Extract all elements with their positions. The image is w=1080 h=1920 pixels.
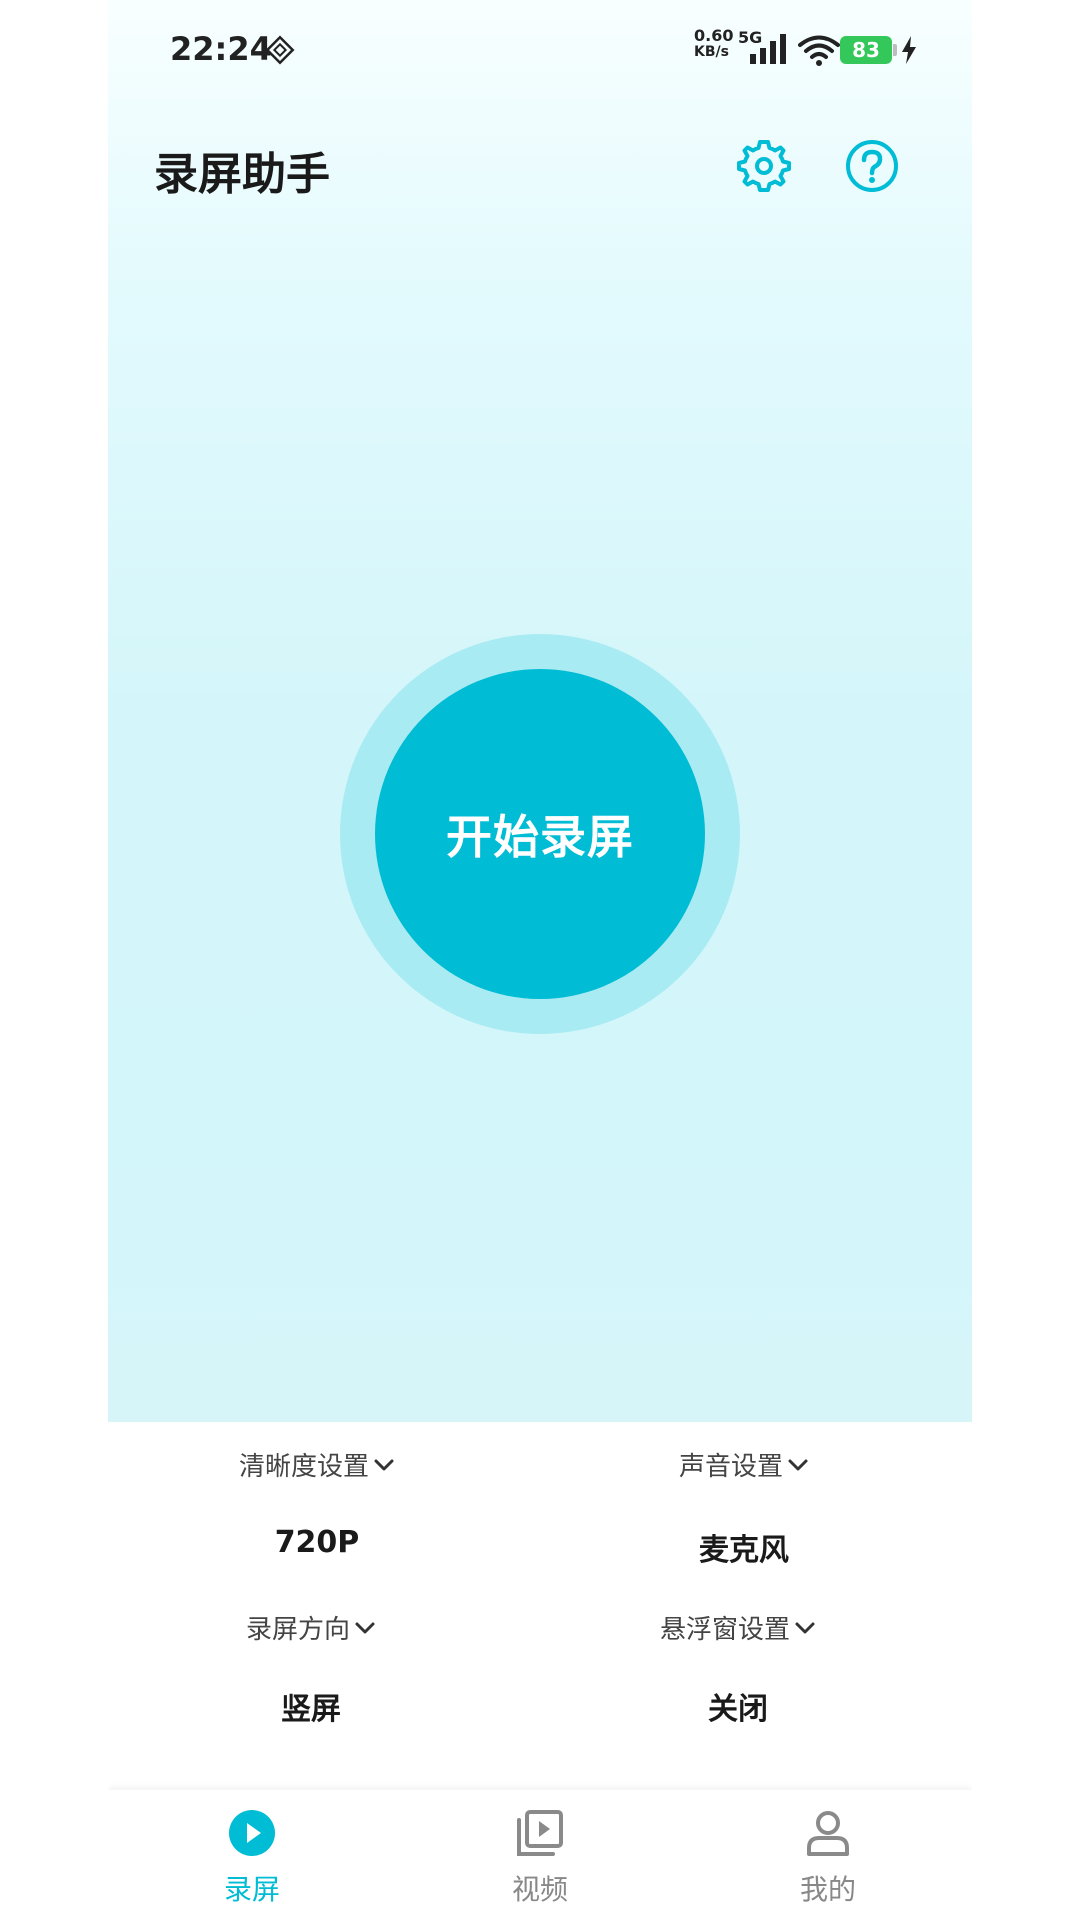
wifi-icon (798, 35, 840, 66)
gear-icon[interactable] (736, 138, 792, 194)
nav-label-video: 视频 (511, 1873, 568, 1906)
start-record-button[interactable]: 开始录屏 (375, 669, 705, 999)
net-speed: 0.60 KB/s (694, 26, 744, 61)
battery-icon: 83 (840, 36, 892, 64)
charging-bolt-icon (902, 36, 916, 64)
setting-audio-label: 声音设置 (678, 1452, 783, 1482)
setting-orientation-label: 录屏方向 (245, 1615, 350, 1645)
chevron-down-icon (374, 1459, 394, 1470)
chevron-down-icon (355, 1622, 375, 1633)
bottom-nav: 录屏 视频 我的 (108, 1790, 972, 1920)
nav-label-mine: 我的 (799, 1873, 856, 1906)
nav-item-mine[interactable]: 我的 (748, 1808, 908, 1908)
chevron-down-icon (795, 1622, 815, 1633)
signal-icon (750, 34, 786, 64)
location-diamond-icon (265, 35, 295, 65)
video-library-icon (517, 1810, 563, 1856)
status-time: 22:24 (170, 30, 272, 68)
chevron-down-icon (788, 1459, 808, 1470)
setting-floating-window-value: 关闭 (708, 1692, 768, 1727)
start-record-label: 开始录屏 (446, 810, 634, 864)
play-circle-icon (229, 1810, 275, 1856)
setting-resolution-value: 720P (274, 1525, 360, 1560)
setting-resolution-label: 清晰度设置 (238, 1452, 369, 1482)
status-bar: 22:24 0.60 KB/s 5G 83 (108, 0, 972, 100)
setting-audio[interactable]: 声音设置 麦克风 (594, 1446, 894, 1569)
setting-resolution[interactable]: 清晰度设置 720P (167, 1446, 467, 1560)
setting-floating-window-label: 悬浮窗设置 (659, 1615, 790, 1645)
page-title: 录屏助手 (154, 149, 330, 200)
setting-floating-window[interactable]: 悬浮窗设置 关闭 (588, 1609, 888, 1728)
net-speed-value: 0.60 (694, 26, 734, 45)
nav-item-video[interactable]: 视频 (460, 1808, 620, 1908)
setting-orientation[interactable]: 录屏方向 竖屏 (161, 1609, 461, 1728)
net-speed-unit: KB/s (694, 44, 729, 60)
battery-tip (893, 44, 897, 56)
nav-label-record: 录屏 (223, 1873, 280, 1906)
nav-item-record[interactable]: 录屏 (172, 1808, 332, 1908)
help-icon[interactable] (844, 138, 900, 194)
person-icon (807, 1811, 849, 1856)
setting-audio-value: 麦克风 (699, 1533, 789, 1568)
setting-orientation-value: 竖屏 (281, 1692, 341, 1727)
app-screen: 22:24 0.60 KB/s 5G 83 录屏助手 开始录屏 清晰度设置 72… (108, 0, 972, 1920)
